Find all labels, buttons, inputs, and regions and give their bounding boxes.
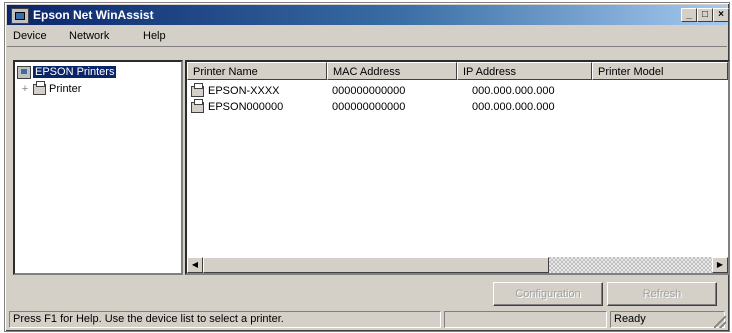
column-header-printer-model[interactable]: Printer Model [592, 62, 728, 80]
printer-name: EPSON000000 [208, 101, 284, 113]
tree-root-label: EPSON Printers [33, 66, 117, 78]
printer-name: EPSON-XXXX [208, 85, 280, 97]
printer-icon [191, 98, 204, 113]
scroll-right-icon[interactable]: ▶ [712, 257, 728, 273]
minimize-button[interactable]: _ [681, 8, 697, 22]
column-header-printer-name[interactable]: Printer Name [187, 62, 327, 80]
horizontal-scrollbar[interactable]: ◀ ▶ [187, 257, 728, 273]
tree-root[interactable]: EPSON Printers [17, 64, 117, 80]
printer-icon [33, 80, 46, 95]
close-button[interactable]: × [713, 8, 729, 22]
maximize-button[interactable]: □ [697, 8, 713, 22]
device-tree[interactable]: EPSON Printers + Printer [13, 60, 183, 275]
menu-network[interactable]: Network [69, 30, 109, 42]
app-icon[interactable] [11, 8, 29, 24]
status-pane-right: Ready [610, 311, 725, 328]
tree-item-label: Printer [49, 83, 82, 95]
scroll-left-icon[interactable]: ◀ [187, 257, 203, 273]
status-pane-middle [444, 311, 607, 328]
ip-address-cell: 000.000.000.000 [472, 101, 555, 113]
menu-help[interactable]: Help [143, 30, 166, 42]
main-window: Epson Net WinAssist _ □ × Device Network… [4, 2, 730, 332]
resize-grip-icon[interactable] [714, 316, 726, 328]
printer-icon [191, 82, 204, 97]
printer-list[interactable]: Printer Name MAC Address IP Address Prin… [185, 60, 730, 275]
menu-device[interactable]: Device [13, 30, 47, 42]
printer-name-cell: EPSON000000 [191, 98, 284, 115]
menu-bar: Device Network Help [7, 28, 727, 47]
computer-icon [17, 65, 31, 79]
refresh-button[interactable]: Refresh [607, 282, 717, 306]
status-message: Press F1 for Help. Use the device list t… [9, 311, 441, 328]
scrollbar-thumb[interactable] [203, 257, 549, 273]
printer-name-cell: EPSON-XXXX [191, 82, 280, 99]
mac-address-cell: 000000000000 [332, 101, 406, 113]
configuration-button[interactable]: Configuration [493, 282, 603, 306]
tree-item-printer[interactable]: + Printer [21, 80, 82, 97]
column-header-ip-address[interactable]: IP Address [457, 62, 592, 80]
status-bar: Press F1 for Help. Use the device list t… [7, 310, 727, 329]
title-bar[interactable]: Epson Net WinAssist _ □ × [7, 5, 729, 25]
ip-address-cell: 000.000.000.000 [472, 85, 555, 97]
mac-address-cell: 000000000000 [332, 85, 406, 97]
column-header-mac-address[interactable]: MAC Address [327, 62, 457, 80]
window-title: Epson Net WinAssist [33, 8, 154, 22]
expand-icon[interactable]: + [21, 81, 29, 97]
